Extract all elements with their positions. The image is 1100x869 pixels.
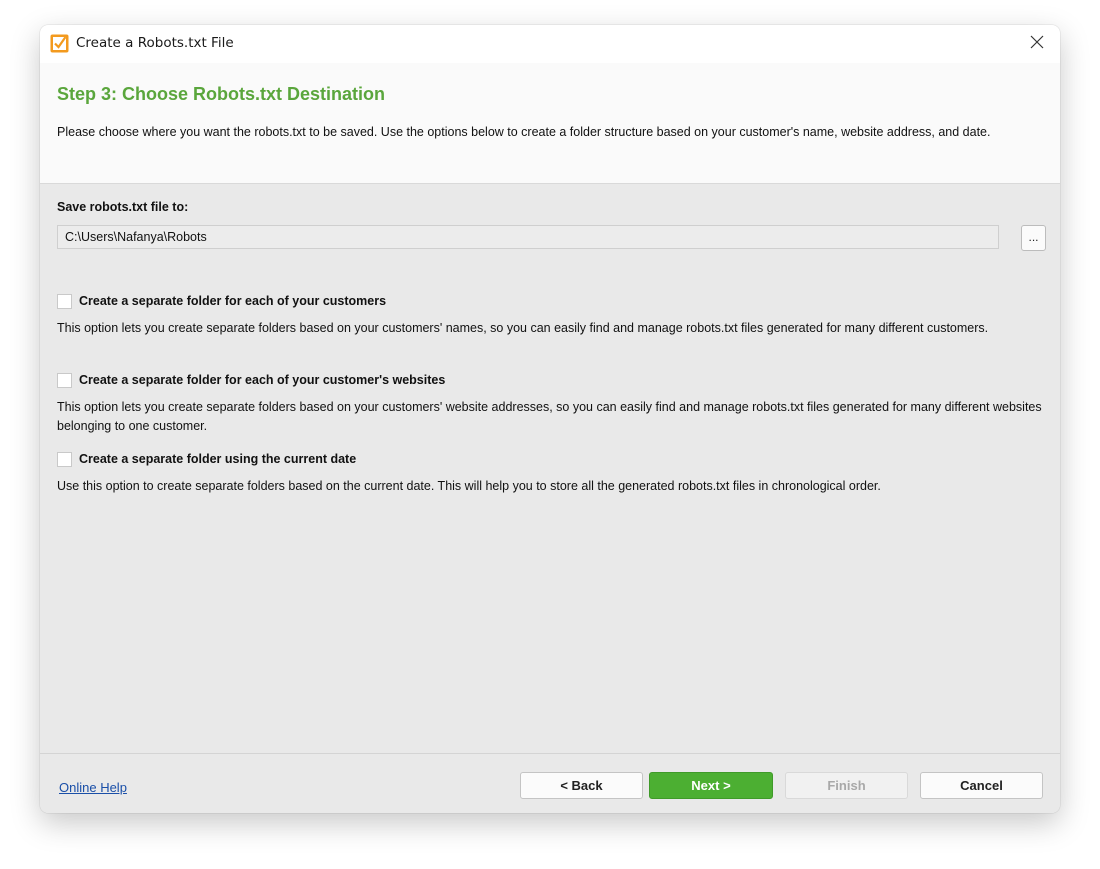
save-path-input[interactable] <box>57 225 999 249</box>
wizard-window: Create a Robots.txt File Step 3: Choose … <box>40 25 1060 813</box>
option-customers: Create a separate folder for each of you… <box>57 292 1042 338</box>
option-date: Create a separate folder using the curre… <box>57 450 1042 496</box>
cancel-button[interactable]: Cancel <box>920 772 1043 799</box>
option-description: Use this option to create separate folde… <box>57 479 881 493</box>
option-websites: Create a separate folder for each of you… <box>57 371 1042 436</box>
robots-app-icon <box>50 34 69 53</box>
browse-button[interactable]: ... <box>1021 225 1046 251</box>
next-button[interactable]: Next > <box>649 772 773 799</box>
option-label[interactable]: Create a separate folder using the curre… <box>79 452 356 466</box>
option-label[interactable]: Create a separate folder for each of you… <box>79 294 386 308</box>
finish-button[interactable]: Finish <box>785 772 908 799</box>
title-bar: Create a Robots.txt File <box>40 25 1060 63</box>
websites-folder-checkbox[interactable] <box>57 372 72 388</box>
save-path-label: Save robots.txt file to: <box>57 200 189 214</box>
option-description: This option lets you create separate fol… <box>57 400 1042 433</box>
customers-folder-checkbox[interactable] <box>57 293 72 309</box>
close-button[interactable] <box>1022 29 1052 59</box>
step-header: Step 3: Choose Robots.txt Destination Pl… <box>40 63 1060 184</box>
step-description: Please choose where you want the robots.… <box>57 125 991 139</box>
back-button[interactable]: < Back <box>520 772 643 799</box>
option-description: This option lets you create separate fol… <box>57 321 989 335</box>
close-icon <box>1030 35 1044 54</box>
window-title: Create a Robots.txt File <box>76 35 234 51</box>
step-title: Step 3: Choose Robots.txt Destination <box>57 84 386 104</box>
online-help-link[interactable]: Online Help <box>59 780 127 795</box>
date-folder-checkbox[interactable] <box>57 451 72 467</box>
wizard-footer: Online Help < Back Next > Finish Cancel <box>40 753 1060 813</box>
option-label[interactable]: Create a separate folder for each of you… <box>79 373 445 387</box>
step-content: Save robots.txt file to: ... Create a se… <box>40 184 1060 753</box>
